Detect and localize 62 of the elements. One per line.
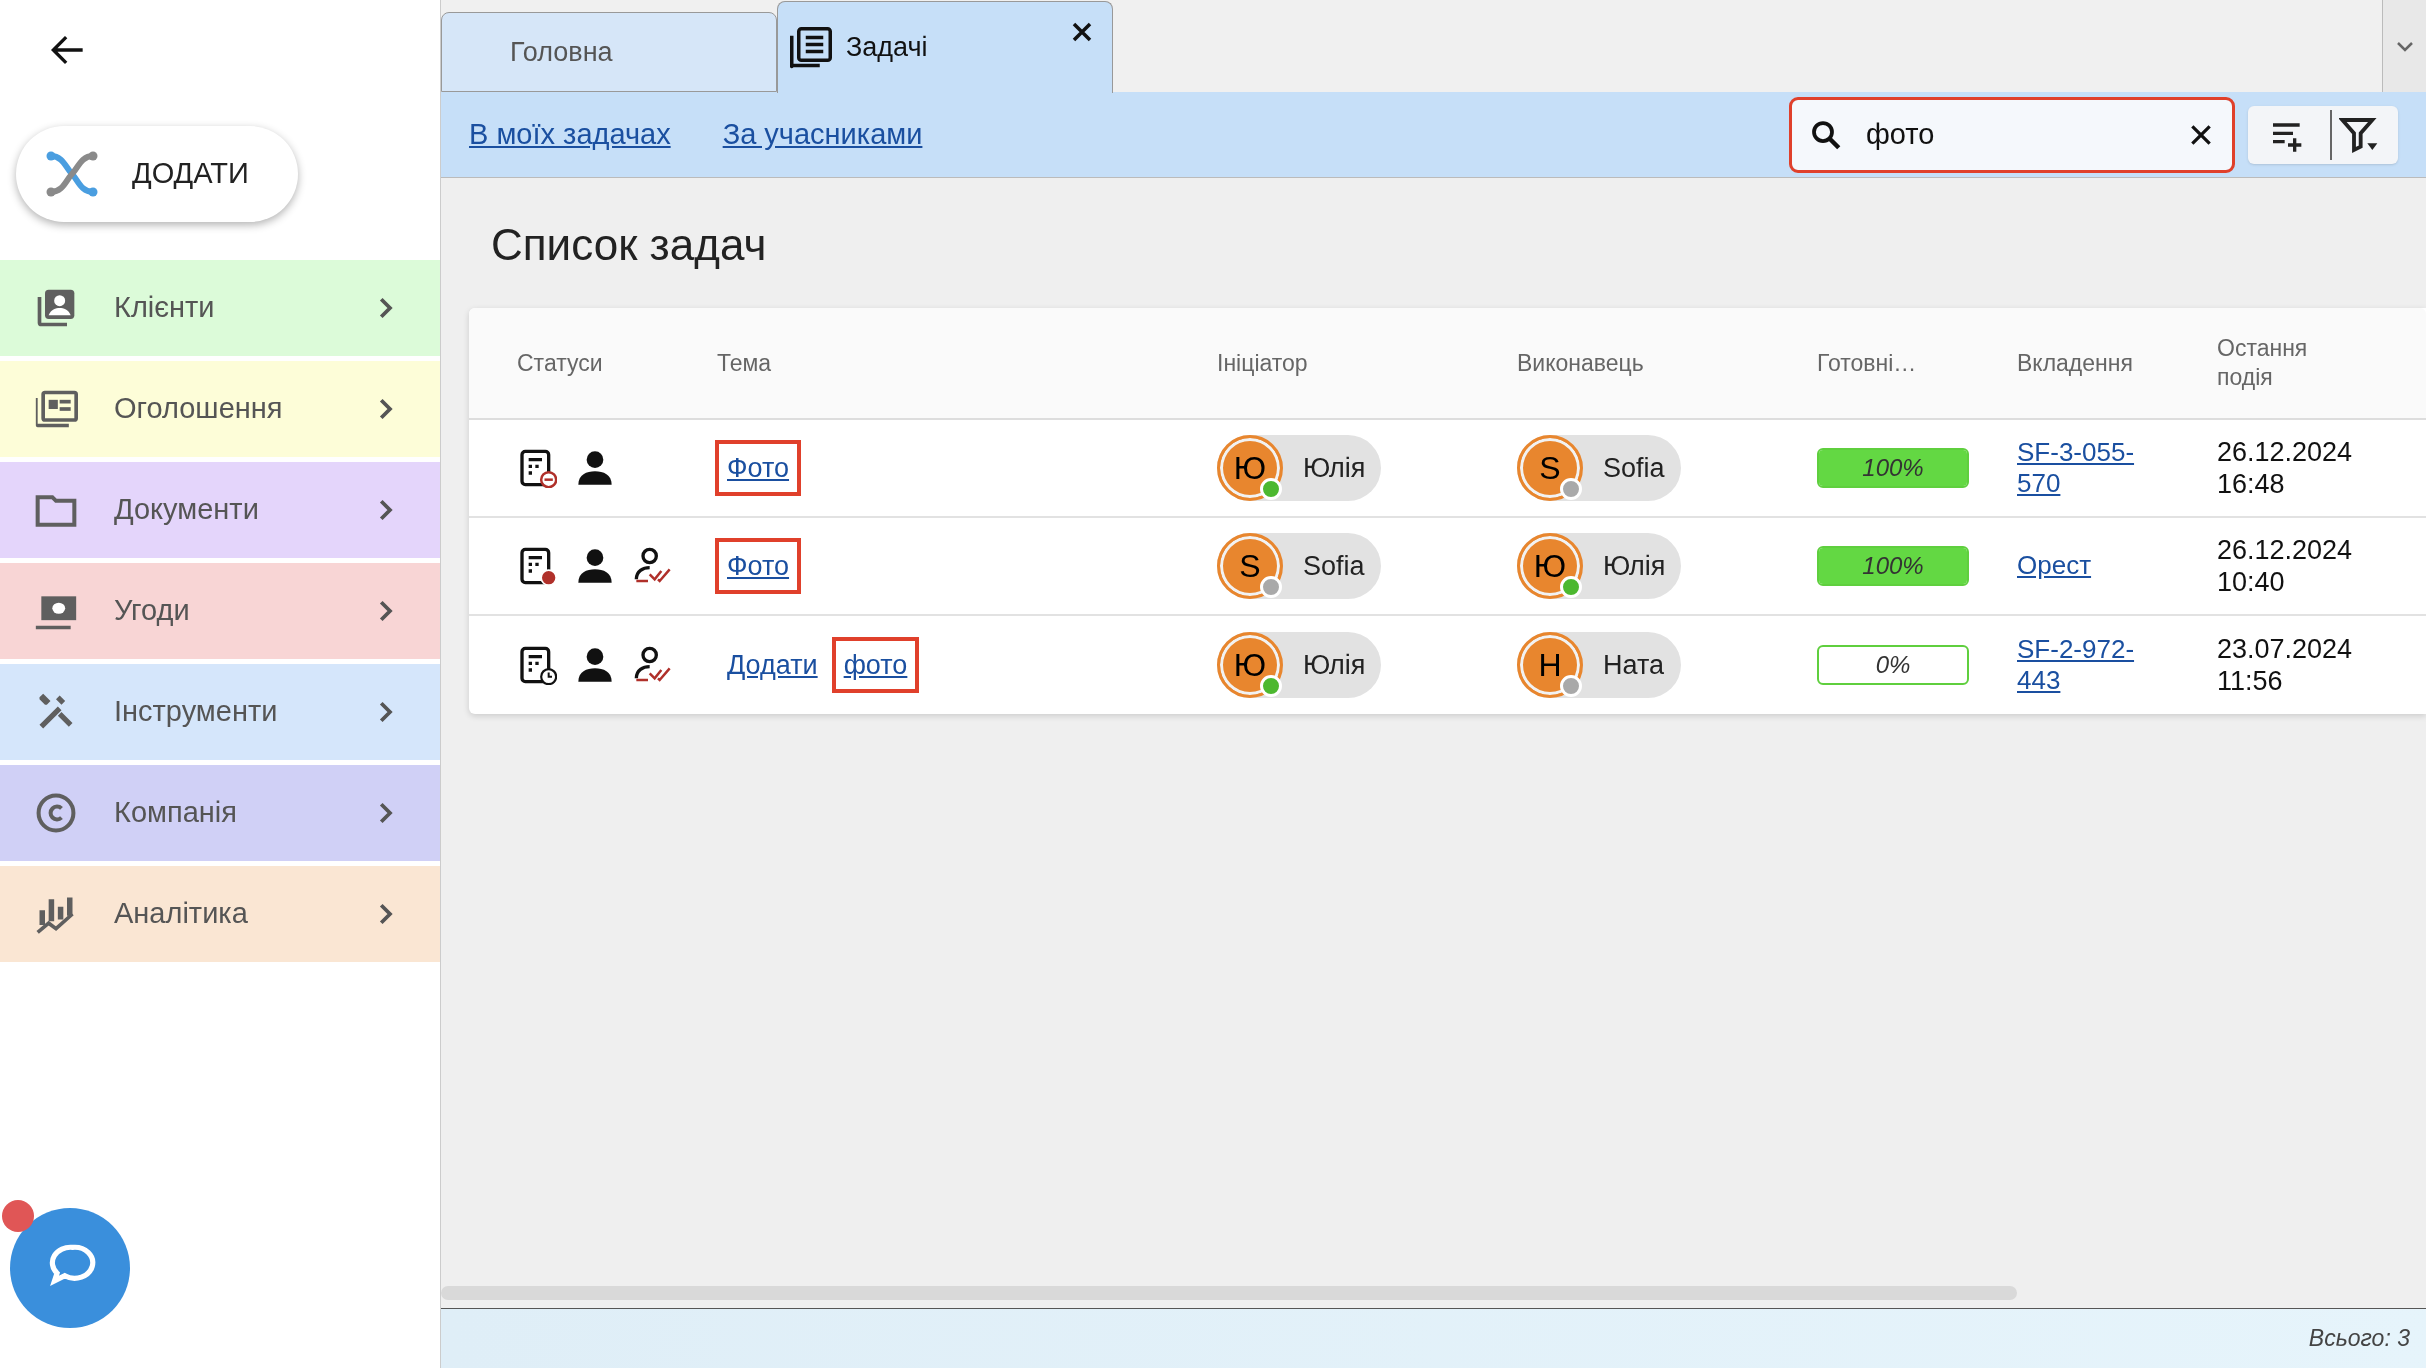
scrollbar[interactable] <box>441 1286 2017 1300</box>
person-chip: Ю Юлія <box>1217 435 1381 501</box>
event-time: 16:48 <box>2217 468 2286 501</box>
attachment-link[interactable]: SF-2-972-443 <box>2017 633 2137 697</box>
event-date: 26.12.2024 <box>2217 533 2354 566</box>
sidebar-item[interactable]: Аналітика <box>0 866 440 962</box>
person-check-icon <box>633 546 673 586</box>
event-date: 26.12.2024 <box>2217 435 2354 468</box>
sidebar-item[interactable]: Угоди <box>0 563 440 659</box>
sidebar-item[interactable]: Оголошення <box>0 361 440 457</box>
avatar: S <box>1217 533 1283 599</box>
task-link[interactable]: фото <box>833 638 918 692</box>
avatar: Ю <box>1217 632 1283 698</box>
person-icon <box>575 448 615 488</box>
person-chip: Ю Юлія <box>1217 632 1381 698</box>
person-icon <box>575 645 615 685</box>
task-link[interactable]: Фото <box>717 441 800 495</box>
avatar: Ю <box>1517 533 1583 599</box>
filter-link[interactable]: В моїх задачах <box>469 112 671 157</box>
progress-bar: 100% <box>1817 448 1969 488</box>
person-check-icon <box>633 645 673 685</box>
column-header: Статуси <box>517 348 604 378</box>
sidebar-item[interactable]: Документи <box>0 462 440 558</box>
attachment-link[interactable]: Орест <box>2017 550 2137 582</box>
calculator-blocked-icon <box>517 448 557 488</box>
calculator-alarm-icon <box>517 546 557 586</box>
progress-bar: 100% <box>1817 546 1969 586</box>
tab[interactable]: Задачі <box>777 1 1113 93</box>
column-header: Остання подія <box>2217 334 2309 392</box>
avatar: Н <box>1517 632 1583 698</box>
close-icon <box>1070 20 1094 44</box>
person-icon <box>575 546 615 586</box>
tab[interactable]: Головна <box>441 12 777 92</box>
filter-link[interactable]: За учасниками <box>722 112 923 157</box>
event-time: 10:40 <box>2217 566 2286 599</box>
total-count: Всього: 3 <box>2308 1324 2410 1354</box>
avatar: Ю <box>1217 435 1283 501</box>
attachment-link[interactable]: SF-3-055-570 <box>2017 436 2137 500</box>
task-link[interactable]: Додати <box>717 638 828 692</box>
calculator-clock-icon <box>517 645 557 685</box>
person-chip: S Sofia <box>1217 533 1381 599</box>
avatar: S <box>1517 435 1583 501</box>
task-link[interactable]: Фото <box>717 539 800 593</box>
sidebar-item[interactable]: Клієнти <box>0 260 440 356</box>
person-chip: Н Ната <box>1517 632 1681 698</box>
column-header: Готовні… <box>1817 348 1918 378</box>
person-chip: Ю Юлія <box>1517 533 1681 599</box>
column-header: Ініціатор <box>1217 348 1309 378</box>
event-time: 11:56 <box>2217 665 2284 698</box>
column-header: Вкладення <box>2017 348 2134 378</box>
sidebar-item[interactable]: Інструменти <box>0 664 440 760</box>
column-header: Виконавець <box>1517 348 1645 378</box>
column-header: Тема <box>717 348 773 378</box>
person-chip: S Sofia <box>1517 435 1681 501</box>
progress-bar: 0% <box>1817 645 1969 685</box>
page-title: Список задач <box>491 219 768 271</box>
search-field[interactable]: фото <box>1792 99 2232 170</box>
sidebar-item[interactable]: Компанія <box>0 765 440 861</box>
add-button[interactable]: ДОДАТИ <box>16 126 298 222</box>
task-list-icon <box>790 26 832 69</box>
copyright-icon <box>34 791 78 835</box>
event-date: 23.07.2024 <box>2217 632 2354 665</box>
